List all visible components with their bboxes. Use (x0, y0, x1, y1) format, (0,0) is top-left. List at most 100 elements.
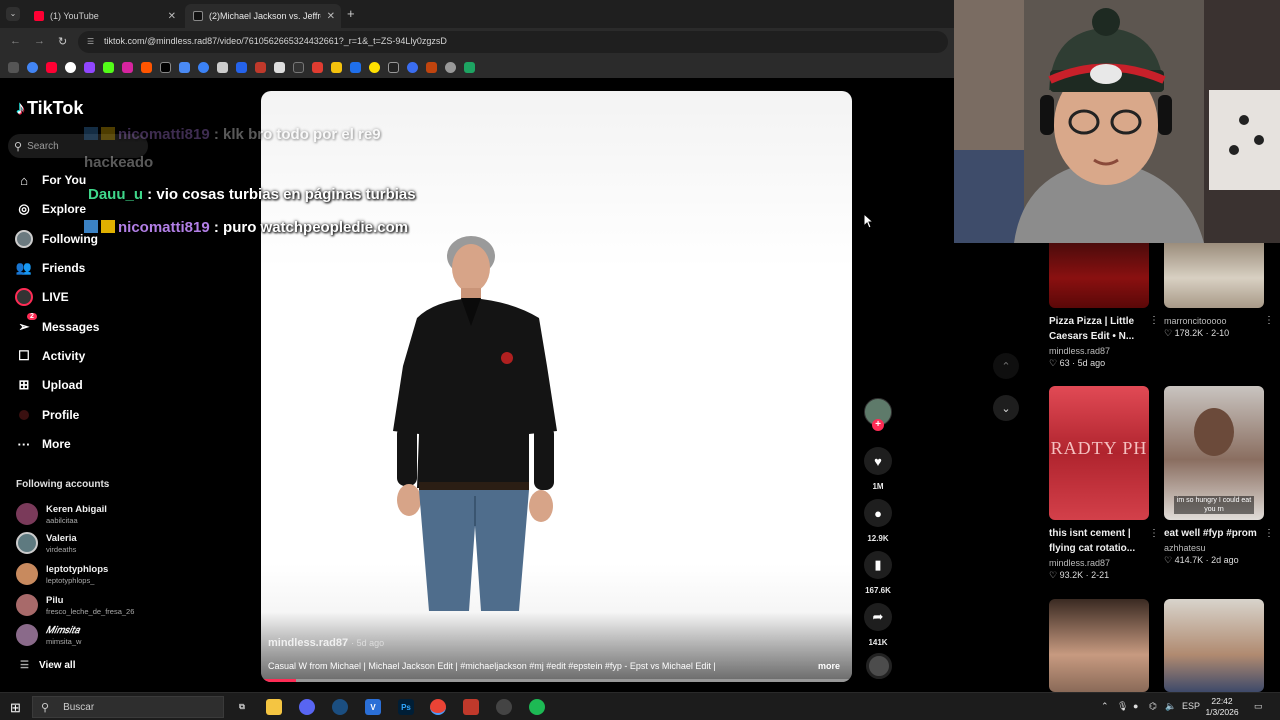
network-icon[interactable]: ⌬ (1149, 701, 1157, 712)
nav-friends[interactable]: 👥 Friends (14, 258, 85, 278)
discord-icon[interactable] (299, 699, 315, 715)
bookmark-icon[interactable] (350, 61, 361, 73)
share-button[interactable]: ➦ (864, 603, 892, 631)
recommendation-card[interactable]: im so hungry I could eat you rn eat well… (1164, 386, 1274, 566)
recommendation-card[interactable] (1164, 599, 1274, 692)
taskbar-clock[interactable]: 22:42 1/3/2026 (1200, 696, 1244, 718)
task-view-icon[interactable]: ⧉ (234, 699, 250, 715)
nav-live[interactable]: LIVE (14, 287, 69, 307)
google-bookmark-icon[interactable] (27, 61, 38, 73)
reload-icon[interactable]: ↻ (58, 35, 67, 48)
tiktok-logo[interactable]: ♪ TikTok (16, 98, 83, 119)
music-disc-icon[interactable] (866, 653, 892, 679)
bookmark-icon[interactable] (217, 61, 228, 73)
tab-search-dropdown-icon[interactable]: ⌄ (6, 7, 20, 21)
nav-profile[interactable]: Profile (14, 405, 79, 425)
account-item[interactable]: 𝑀𝑖𝑚𝑠𝑖𝑡𝑎 mimsita_w (16, 622, 81, 648)
video-progress-bar[interactable] (261, 679, 852, 682)
bookmark-icon[interactable] (369, 61, 380, 73)
video-thumbnail (1164, 233, 1264, 308)
video-author[interactable]: mindless.rad87 · 5d ago (268, 637, 384, 649)
account-item[interactable]: Pilu fresco_leche_de_fresa_26 (16, 592, 134, 618)
bookmark-icon[interactable] (293, 61, 304, 73)
comment-button[interactable]: ● (864, 499, 892, 527)
video-player[interactable]: mindless.rad87 · 5d ago Casual W from Mi… (261, 91, 852, 682)
bookmark-icon[interactable] (445, 61, 456, 73)
tray-chevron-icon[interactable]: ⌃ (1101, 701, 1109, 712)
nav-messages[interactable]: ➢ 2 Messages (14, 313, 99, 337)
spotify-icon[interactable] (529, 699, 545, 715)
nav-for-you[interactable]: ⌂ For You (14, 170, 86, 190)
nav-more[interactable]: ··· More (14, 434, 71, 454)
tray-app-icon[interactable]: ● (1133, 701, 1138, 711)
instagram-bookmark-icon[interactable] (122, 61, 133, 73)
windows-start-icon[interactable]: ⊞ (10, 700, 21, 716)
card-more-icon[interactable]: ⋮ (1264, 315, 1274, 326)
site-info-icon[interactable]: ☰ (87, 37, 97, 47)
youtube-bookmark-icon[interactable] (46, 61, 57, 73)
volume-icon[interactable]: 🔈 (1165, 701, 1176, 712)
video-person-figure (393, 236, 557, 611)
bookmark-icon[interactable] (426, 61, 437, 73)
card-more-icon[interactable]: ⋮ (1149, 315, 1159, 326)
sheets-bookmark-icon[interactable] (464, 61, 475, 73)
bookmark-icon[interactable] (388, 61, 399, 73)
account-item[interactable]: leptotyphlops leptotyphlops_ (16, 561, 108, 587)
tab-youtube[interactable]: (1) YouTube ✕ (26, 4, 182, 28)
steam-icon[interactable] (332, 699, 348, 715)
next-video-button[interactable]: ⌄ (993, 395, 1019, 421)
translate-bookmark-icon[interactable] (179, 61, 190, 73)
bookmark-icon[interactable] (312, 61, 323, 73)
notion-bookmark-icon[interactable] (274, 61, 285, 73)
bookmark-icon[interactable] (407, 61, 418, 73)
new-tab-icon[interactable]: + (347, 6, 355, 21)
photoshop-icon[interactable]: Ps (398, 699, 414, 715)
close-tab-icon[interactable]: ✕ (327, 11, 335, 22)
file-explorer-icon[interactable] (266, 699, 282, 715)
soundcloud-bookmark-icon[interactable] (141, 61, 152, 73)
forward-icon[interactable]: → (34, 35, 45, 47)
app-icon[interactable] (463, 699, 479, 715)
nav-activity[interactable]: ☐ Activity (14, 346, 85, 366)
recommendation-card[interactable] (1049, 599, 1159, 692)
bookmark-icon[interactable] (255, 61, 266, 73)
obs-icon[interactable] (496, 699, 512, 715)
apps-grid-icon[interactable] (8, 61, 19, 73)
twitch-bookmark-icon[interactable] (84, 61, 95, 73)
bookmark-icon[interactable] (198, 61, 209, 73)
recommendation-card[interactable]: ⋮ marroncitooooo ♡ 178.2K · 2-10 (1164, 233, 1274, 339)
url-field[interactable]: ☰ tiktok.com/@mindless.rad87/video/76105… (78, 31, 948, 53)
kick-bookmark-icon[interactable] (103, 61, 114, 73)
caption-more-button[interactable]: more (818, 661, 840, 671)
back-icon[interactable]: ← (10, 35, 21, 47)
card-more-icon[interactable]: ⋮ (1264, 528, 1274, 539)
account-item[interactable]: Valeria virdeaths (16, 530, 77, 556)
microphone-icon[interactable]: 🎙 (1117, 701, 1128, 712)
previous-video-button[interactable]: ⌃ (993, 353, 1019, 379)
recommendation-card[interactable]: RADTY PH this isnt cement | flying cat r… (1049, 386, 1159, 581)
youtube-favicon-icon (34, 11, 44, 21)
follow-plus-icon[interactable]: + (872, 419, 884, 431)
like-button[interactable]: ♥ (864, 447, 892, 475)
bookmark-icon[interactable] (331, 61, 342, 73)
chat-username: Dauu_u (88, 186, 144, 203)
language-indicator[interactable]: ESP (1182, 701, 1200, 711)
chrome-icon[interactable] (430, 699, 446, 715)
nav-explore[interactable]: ◎ Explore (14, 199, 86, 219)
tab-tiktok[interactable]: (2)Michael Jackson vs. Jeffrey Ep ✕ (185, 4, 341, 28)
view-all-button[interactable]: ☰ View all (20, 660, 75, 671)
notifications-icon[interactable]: ▭ (1254, 701, 1263, 712)
taskbar-search-input[interactable]: ⚲ Buscar (32, 696, 224, 718)
x-bookmark-icon[interactable] (160, 61, 171, 73)
card-more-icon[interactable]: ⋮ (1149, 528, 1159, 539)
nav-upload[interactable]: ⊞ Upload (14, 375, 83, 395)
chat-text: klk bro todo por el re9 (223, 126, 381, 143)
recommendation-card[interactable]: Pizza Pizza | Little Caesars Edit • N...… (1049, 233, 1159, 369)
card-meta: ♡ 93.2K · 2-21 (1049, 570, 1110, 580)
app-v-icon[interactable]: V (365, 699, 381, 715)
close-tab-icon[interactable]: ✕ (168, 11, 176, 22)
save-button[interactable]: ▮ (864, 551, 892, 579)
bookmark-icon[interactable] (236, 61, 247, 73)
bookmark-icon[interactable] (65, 61, 76, 73)
account-item[interactable]: Keren Abigail aabilcitaa (16, 501, 107, 527)
